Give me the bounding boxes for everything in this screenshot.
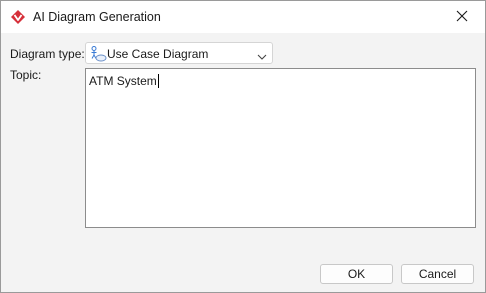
ai-diagram-generation-dialog: AI Diagram Generation Diagram type: Use … — [0, 0, 486, 293]
topic-textarea[interactable]: ATM System — [85, 68, 476, 228]
ok-button[interactable]: OK — [320, 264, 393, 284]
diagram-type-value: Use Case Diagram — [107, 47, 209, 61]
cancel-button[interactable]: Cancel — [401, 264, 474, 284]
diagram-type-select[interactable]: Use Case Diagram — [85, 42, 273, 64]
topic-value: ATM System — [89, 74, 157, 88]
visual-paradigm-logo-icon — [10, 9, 26, 25]
close-icon — [456, 10, 468, 25]
close-button[interactable] — [439, 1, 485, 33]
text-caret — [157, 74, 159, 88]
use-case-diagram-icon — [89, 45, 107, 63]
diagram-type-label: Diagram type: — [10, 47, 85, 61]
chevron-down-icon — [257, 50, 267, 60]
topic-label: Topic: — [10, 68, 42, 82]
title-bar: AI Diagram Generation — [1, 1, 485, 33]
window-title: AI Diagram Generation — [33, 10, 161, 24]
topic-text: ATM System — [89, 74, 159, 88]
